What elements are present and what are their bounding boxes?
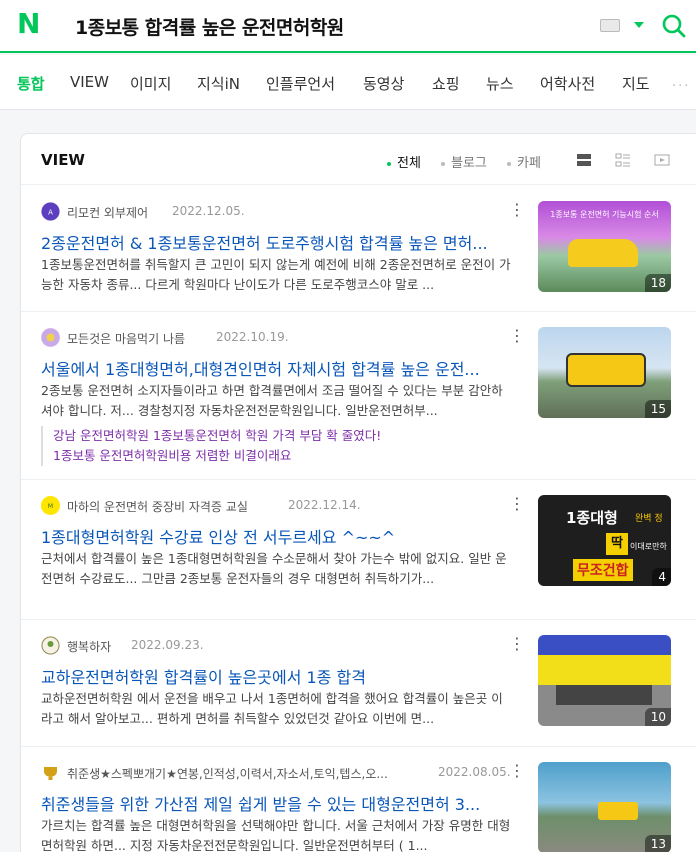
related-post-link[interactable]: 강남 운전면허학원 1종보통운전면허 학원 가격 부담 확 줄였다! xyxy=(53,426,381,446)
image-count: 13 xyxy=(644,835,671,852)
avatar[interactable]: M xyxy=(41,496,60,515)
dot-icon xyxy=(387,161,391,166)
post-description[interactable]: 가르치는 합격률 높은 대형면허학원을 선택해야만 합니다. 서울 근처에서 가… xyxy=(41,816,511,852)
thumbnail-caption: 무조건합 xyxy=(573,559,633,581)
tab-news[interactable]: 뉴스 xyxy=(486,73,514,94)
svg-text:M: M xyxy=(48,503,53,510)
post-thumbnail[interactable]: 10 xyxy=(538,635,671,726)
post-description[interactable]: 근처에서 합격률이 높은 1종대형면허학원을 수소문해서 찾아 가는수 밖에 없… xyxy=(41,549,511,589)
tab-kin[interactable]: 지식iN xyxy=(197,73,240,94)
list-item: 행복하자 2022.09.23. ⋮ 교하운전면허학원 합격률이 높은곳에서 1… xyxy=(21,619,696,746)
thumbnail-caption: 완벽 정 xyxy=(635,514,663,524)
naver-logo[interactable]: N xyxy=(17,10,41,38)
tab-view[interactable]: VIEW xyxy=(70,73,109,91)
filter-cafe[interactable]: 카페 xyxy=(507,152,541,171)
tab-dictionary[interactable]: 어학사전 xyxy=(540,73,595,94)
avatar[interactable]: A xyxy=(41,202,60,221)
post-description[interactable]: 교하운전면허학원 에서 운전을 배우고 나서 1종면허에 합격을 했어요 합격률… xyxy=(41,689,511,729)
thumbnail-caption: 딱 xyxy=(606,533,628,555)
post-date: 2022.10.19. xyxy=(216,330,289,344)
bus-shape xyxy=(598,802,638,820)
tab-map[interactable]: 지도 xyxy=(622,73,650,94)
filter-label: 전체 xyxy=(397,156,421,171)
list-item: 취준생★스펙뽀개기★연봉,인적성,이력서,자소서,토익,텝스,오... 2022… xyxy=(21,746,696,852)
post-thumbnail[interactable]: 1종대형 완벽 정 딱 이대로만하 무조건합 4 xyxy=(538,495,671,586)
tab-image[interactable]: 이미지 xyxy=(130,73,171,94)
tab-shopping[interactable]: 쇼핑 xyxy=(432,73,460,94)
more-options-icon[interactable]: ⋮ xyxy=(509,328,525,344)
image-count: 10 xyxy=(644,708,671,726)
thumbnail-caption: 1종보통 운전면허 기능시험 순서 xyxy=(550,210,659,219)
car-shape xyxy=(568,239,638,267)
author-name[interactable]: 취준생★스펙뽀개기★연봉,인적성,이력서,자소서,토익,텝스,오... xyxy=(67,765,388,782)
author-name[interactable]: 행복하자 xyxy=(67,638,111,655)
desk-shape xyxy=(556,685,652,705)
post-title[interactable]: 교하운전면허학원 합격률이 높은곳에서 1종 합격 xyxy=(41,664,511,688)
thumbnail-caption: 1종대형 xyxy=(566,509,618,527)
post-description[interactable]: 1종보통운전면허를 취득할지 큰 고민이 되지 않는게 예전에 비해 2종운전면… xyxy=(41,255,511,295)
post-title[interactable]: 2종운전면허 & 1종보통운전면허 도로주행시험 합격률 높은 면허... xyxy=(41,230,511,254)
filter-all[interactable]: 전체 xyxy=(387,152,421,171)
section-title: VIEW xyxy=(41,151,85,169)
related-post-link[interactable]: 1종보통 운전면허학원비용 저렴한 비결이래요 xyxy=(53,446,381,466)
post-title[interactable]: 취준생들을 위한 가산점 제일 쉽게 받을 수 있는 대형운전면허 3... xyxy=(41,791,511,815)
post-date: 2022.12.14. xyxy=(288,498,361,512)
dot-icon xyxy=(441,161,445,166)
post-thumbnail[interactable]: 15 xyxy=(538,327,671,418)
post-date: 2022.09.23. xyxy=(131,638,204,652)
keyboard-icon[interactable] xyxy=(600,19,620,32)
post-title[interactable]: 서울에서 1종대형면허,대형견인면허 자체시험 합격률 높은 운전... xyxy=(41,356,511,380)
tab-video[interactable]: 동영상 xyxy=(363,73,404,94)
image-list-view-icon[interactable] xyxy=(615,152,631,168)
chevron-down-icon[interactable] xyxy=(634,22,644,28)
search-header: N 1종보통 합격률 높은 운전면허학원 xyxy=(0,0,696,53)
post-thumbnail[interactable]: 1종보통 운전면허 기능시험 순서 18 xyxy=(538,201,671,292)
post-date: 2022.08.05. xyxy=(438,765,511,779)
search-tabs: 통합 VIEW 이미지 지식iN 인플루언서 동영상 쇼핑 뉴스 어학사전 지도… xyxy=(0,55,696,110)
search-icon[interactable] xyxy=(662,14,686,38)
list-item: A 리모컨 외부제어 2022.12.05. ⋮ 2종운전면허 & 1종보통운전… xyxy=(21,184,696,311)
search-query[interactable]: 1종보통 합격률 높은 운전면허학원 xyxy=(75,13,344,40)
svg-text:A: A xyxy=(48,209,53,217)
more-options-icon[interactable]: ⋮ xyxy=(509,202,525,218)
avatar[interactable] xyxy=(41,763,60,782)
post-description[interactable]: 2종보통 운전면허 소지자들이라고 하면 합격률면에서 조금 떨어질 수 있다는… xyxy=(41,381,511,421)
author-name[interactable]: 모든것은 마음먹기 나름 xyxy=(67,330,185,347)
filter-label: 카페 xyxy=(517,156,541,171)
image-count: 18 xyxy=(644,274,671,292)
tab-influencer[interactable]: 인플루언서 xyxy=(266,73,335,94)
post-date: 2022.12.05. xyxy=(172,204,245,218)
more-tabs-icon[interactable]: ··· xyxy=(672,79,690,94)
image-count: 15 xyxy=(644,400,671,418)
post-thumbnail[interactable]: 13 xyxy=(538,762,671,852)
view-section: VIEW 전체 블로그 카페 A 리모컨 외부제어 2022.12.05. ⋮ … xyxy=(20,133,696,852)
video-view-icon[interactable] xyxy=(654,152,670,168)
more-options-icon[interactable]: ⋮ xyxy=(509,636,525,652)
list-view-icon[interactable] xyxy=(576,152,592,168)
list-item: 모든것은 마음먹기 나름 2022.10.19. ⋮ 서울에서 1종대형면허,대… xyxy=(21,311,696,479)
list-item: M 마하의 운전면허 중장비 자격증 교실 2022.12.14. ⋮ 1종대형… xyxy=(21,479,696,619)
more-options-icon[interactable]: ⋮ xyxy=(509,763,525,779)
bus-shape xyxy=(566,353,646,387)
author-name[interactable]: 마하의 운전면허 중장비 자격증 교실 xyxy=(67,498,248,515)
image-count: 4 xyxy=(652,568,671,586)
author-name[interactable]: 리모컨 외부제어 xyxy=(67,204,148,221)
post-title[interactable]: 1종대형면허학원 수강료 인상 전 서두르세요 ^~~^ xyxy=(41,524,511,548)
avatar[interactable] xyxy=(41,636,60,655)
dot-icon xyxy=(507,161,511,166)
avatar[interactable] xyxy=(41,328,60,347)
filter-blog[interactable]: 블로그 xyxy=(441,152,487,171)
more-options-icon[interactable]: ⋮ xyxy=(509,496,525,512)
thumbnail-caption: 이대로만하 xyxy=(630,542,667,551)
tab-integrated[interactable]: 통합 xyxy=(17,73,45,94)
related-posts: 강남 운전면허학원 1종보통운전면허 학원 가격 부담 확 줄였다! 1종보통 … xyxy=(41,426,381,466)
filter-label: 블로그 xyxy=(451,156,487,171)
